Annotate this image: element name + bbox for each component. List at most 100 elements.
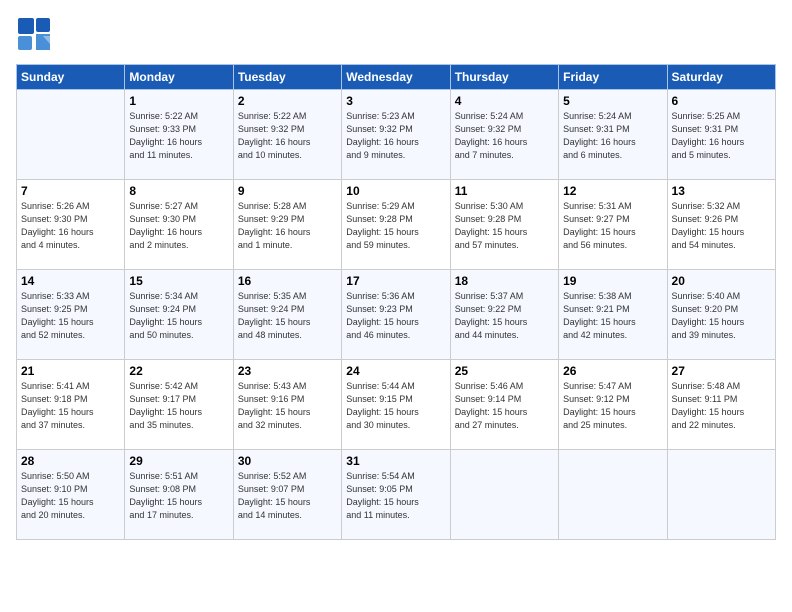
day-number: 8 <box>129 184 228 198</box>
day-number: 9 <box>238 184 337 198</box>
calendar-week-3: 14 Sunrise: 5:33 AM Sunset: 9:25 PM Dayli… <box>17 270 776 360</box>
day-info: Sunrise: 5:44 AM Sunset: 9:15 PM Dayligh… <box>346 380 445 432</box>
weekday-header-tuesday: Tuesday <box>233 65 341 90</box>
day-number: 29 <box>129 454 228 468</box>
day-number: 31 <box>346 454 445 468</box>
day-info: Sunrise: 5:27 AM Sunset: 9:30 PM Dayligh… <box>129 200 228 252</box>
day-info: Sunrise: 5:29 AM Sunset: 9:28 PM Dayligh… <box>346 200 445 252</box>
weekday-header-monday: Monday <box>125 65 233 90</box>
calendar-cell: 26 Sunrise: 5:47 AM Sunset: 9:12 PM Dayli… <box>559 360 667 450</box>
day-number: 16 <box>238 274 337 288</box>
calendar-cell: 12 Sunrise: 5:31 AM Sunset: 9:27 PM Dayli… <box>559 180 667 270</box>
day-info: Sunrise: 5:51 AM Sunset: 9:08 PM Dayligh… <box>129 470 228 522</box>
day-number: 15 <box>129 274 228 288</box>
day-number: 18 <box>455 274 554 288</box>
day-info: Sunrise: 5:34 AM Sunset: 9:24 PM Dayligh… <box>129 290 228 342</box>
calendar-table: SundayMondayTuesdayWednesdayThursdayFrid… <box>16 64 776 540</box>
day-number: 25 <box>455 364 554 378</box>
day-info: Sunrise: 5:24 AM Sunset: 9:31 PM Dayligh… <box>563 110 662 162</box>
calendar-cell: 27 Sunrise: 5:48 AM Sunset: 9:11 PM Dayli… <box>667 360 775 450</box>
calendar-cell: 13 Sunrise: 5:32 AM Sunset: 9:26 PM Dayli… <box>667 180 775 270</box>
day-info: Sunrise: 5:33 AM Sunset: 9:25 PM Dayligh… <box>21 290 120 342</box>
day-info: Sunrise: 5:38 AM Sunset: 9:21 PM Dayligh… <box>563 290 662 342</box>
weekday-header-saturday: Saturday <box>667 65 775 90</box>
calendar-cell: 9 Sunrise: 5:28 AM Sunset: 9:29 PM Daylig… <box>233 180 341 270</box>
calendar-cell: 24Sunrise: 5:44 AM Sunset: 9:15 PM Dayli… <box>342 360 450 450</box>
day-number: 13 <box>672 184 771 198</box>
day-number: 11 <box>455 184 554 198</box>
day-info: Sunrise: 5:54 AM Sunset: 9:05 PM Dayligh… <box>346 470 445 522</box>
calendar-cell: 17 Sunrise: 5:36 AM Sunset: 9:23 PM Dayli… <box>342 270 450 360</box>
day-info: Sunrise: 5:50 AM Sunset: 9:10 PM Dayligh… <box>21 470 120 522</box>
day-info: Sunrise: 5:22 AM Sunset: 9:33 PM Dayligh… <box>129 110 228 162</box>
calendar-cell: 16 Sunrise: 5:35 AM Sunset: 9:24 PM Dayli… <box>233 270 341 360</box>
calendar-cell: 3Sunrise: 5:23 AM Sunset: 9:32 PM Daylig… <box>342 90 450 180</box>
day-info: Sunrise: 5:32 AM Sunset: 9:26 PM Dayligh… <box>672 200 771 252</box>
calendar-cell: 10Sunrise: 5:29 AM Sunset: 9:28 PM Dayli… <box>342 180 450 270</box>
calendar-cell: 4 Sunrise: 5:24 AM Sunset: 9:32 PM Daylig… <box>450 90 558 180</box>
weekday-header-thursday: Thursday <box>450 65 558 90</box>
day-number: 26 <box>563 364 662 378</box>
day-info: Sunrise: 5:41 AM Sunset: 9:18 PM Dayligh… <box>21 380 120 432</box>
day-info: Sunrise: 5:26 AM Sunset: 9:30 PM Dayligh… <box>21 200 120 252</box>
calendar-cell: 8 Sunrise: 5:27 AM Sunset: 9:30 PM Daylig… <box>125 180 233 270</box>
calendar-cell: 28 Sunrise: 5:50 AM Sunset: 9:10 PM Dayli… <box>17 450 125 540</box>
calendar-cell <box>667 450 775 540</box>
calendar-cell: 7 Sunrise: 5:26 AM Sunset: 9:30 PM Daylig… <box>17 180 125 270</box>
day-info: Sunrise: 5:48 AM Sunset: 9:11 PM Dayligh… <box>672 380 771 432</box>
day-info: Sunrise: 5:24 AM Sunset: 9:32 PM Dayligh… <box>455 110 554 162</box>
day-number: 14 <box>21 274 120 288</box>
calendar-cell: 31 Sunrise: 5:54 AM Sunset: 9:05 PM Dayli… <box>342 450 450 540</box>
day-number: 1 <box>129 94 228 108</box>
weekday-header-wednesday: Wednesday <box>342 65 450 90</box>
day-info: Sunrise: 5:22 AM Sunset: 9:32 PM Dayligh… <box>238 110 337 162</box>
day-info: Sunrise: 5:42 AM Sunset: 9:17 PM Dayligh… <box>129 380 228 432</box>
day-number: 28 <box>21 454 120 468</box>
day-info: Sunrise: 5:25 AM Sunset: 9:31 PM Dayligh… <box>672 110 771 162</box>
calendar-cell: 14 Sunrise: 5:33 AM Sunset: 9:25 PM Dayli… <box>17 270 125 360</box>
day-number: 22 <box>129 364 228 378</box>
weekday-header-sunday: Sunday <box>17 65 125 90</box>
calendar-cell: 6 Sunrise: 5:25 AM Sunset: 9:31 PM Daylig… <box>667 90 775 180</box>
calendar-cell: 2Sunrise: 5:22 AM Sunset: 9:32 PM Daylig… <box>233 90 341 180</box>
calendar-cell: 30 Sunrise: 5:52 AM Sunset: 9:07 PM Dayli… <box>233 450 341 540</box>
day-number: 12 <box>563 184 662 198</box>
day-info: Sunrise: 5:31 AM Sunset: 9:27 PM Dayligh… <box>563 200 662 252</box>
calendar-cell: 29 Sunrise: 5:51 AM Sunset: 9:08 PM Dayli… <box>125 450 233 540</box>
weekday-header-friday: Friday <box>559 65 667 90</box>
day-number: 21 <box>21 364 120 378</box>
calendar-week-5: 28 Sunrise: 5:50 AM Sunset: 9:10 PM Dayli… <box>17 450 776 540</box>
calendar-week-1: 1 Sunrise: 5:22 AM Sunset: 9:33 PM Daylig… <box>17 90 776 180</box>
day-number: 19 <box>563 274 662 288</box>
calendar-cell <box>17 90 125 180</box>
calendar-week-4: 21 Sunrise: 5:41 AM Sunset: 9:18 PM Dayli… <box>17 360 776 450</box>
logo-icon <box>16 16 52 52</box>
day-info: Sunrise: 5:36 AM Sunset: 9:23 PM Dayligh… <box>346 290 445 342</box>
calendar-cell: 5 Sunrise: 5:24 AM Sunset: 9:31 PM Daylig… <box>559 90 667 180</box>
day-number: 23 <box>238 364 337 378</box>
day-number: 4 <box>455 94 554 108</box>
day-number: 27 <box>672 364 771 378</box>
calendar-cell: 18 Sunrise: 5:37 AM Sunset: 9:22 PM Dayli… <box>450 270 558 360</box>
day-number: 6 <box>672 94 771 108</box>
calendar-cell: 25Sunrise: 5:46 AM Sunset: 9:14 PM Dayli… <box>450 360 558 450</box>
day-number: 17 <box>346 274 445 288</box>
day-number: 7 <box>21 184 120 198</box>
day-info: Sunrise: 5:47 AM Sunset: 9:12 PM Dayligh… <box>563 380 662 432</box>
calendar-cell: 11 Sunrise: 5:30 AM Sunset: 9:28 PM Dayli… <box>450 180 558 270</box>
day-info: Sunrise: 5:30 AM Sunset: 9:28 PM Dayligh… <box>455 200 554 252</box>
calendar-cell: 20 Sunrise: 5:40 AM Sunset: 9:20 PM Dayli… <box>667 270 775 360</box>
day-info: Sunrise: 5:37 AM Sunset: 9:22 PM Dayligh… <box>455 290 554 342</box>
day-info: Sunrise: 5:28 AM Sunset: 9:29 PM Dayligh… <box>238 200 337 252</box>
calendar-cell: 15 Sunrise: 5:34 AM Sunset: 9:24 PM Dayli… <box>125 270 233 360</box>
calendar-week-2: 7 Sunrise: 5:26 AM Sunset: 9:30 PM Daylig… <box>17 180 776 270</box>
day-number: 20 <box>672 274 771 288</box>
day-number: 5 <box>563 94 662 108</box>
day-info: Sunrise: 5:52 AM Sunset: 9:07 PM Dayligh… <box>238 470 337 522</box>
calendar-cell: 1 Sunrise: 5:22 AM Sunset: 9:33 PM Daylig… <box>125 90 233 180</box>
day-info: Sunrise: 5:35 AM Sunset: 9:24 PM Dayligh… <box>238 290 337 342</box>
calendar-cell: 23Sunrise: 5:43 AM Sunset: 9:16 PM Dayli… <box>233 360 341 450</box>
calendar-cell: 19 Sunrise: 5:38 AM Sunset: 9:21 PM Dayli… <box>559 270 667 360</box>
day-info: Sunrise: 5:40 AM Sunset: 9:20 PM Dayligh… <box>672 290 771 342</box>
day-number: 30 <box>238 454 337 468</box>
